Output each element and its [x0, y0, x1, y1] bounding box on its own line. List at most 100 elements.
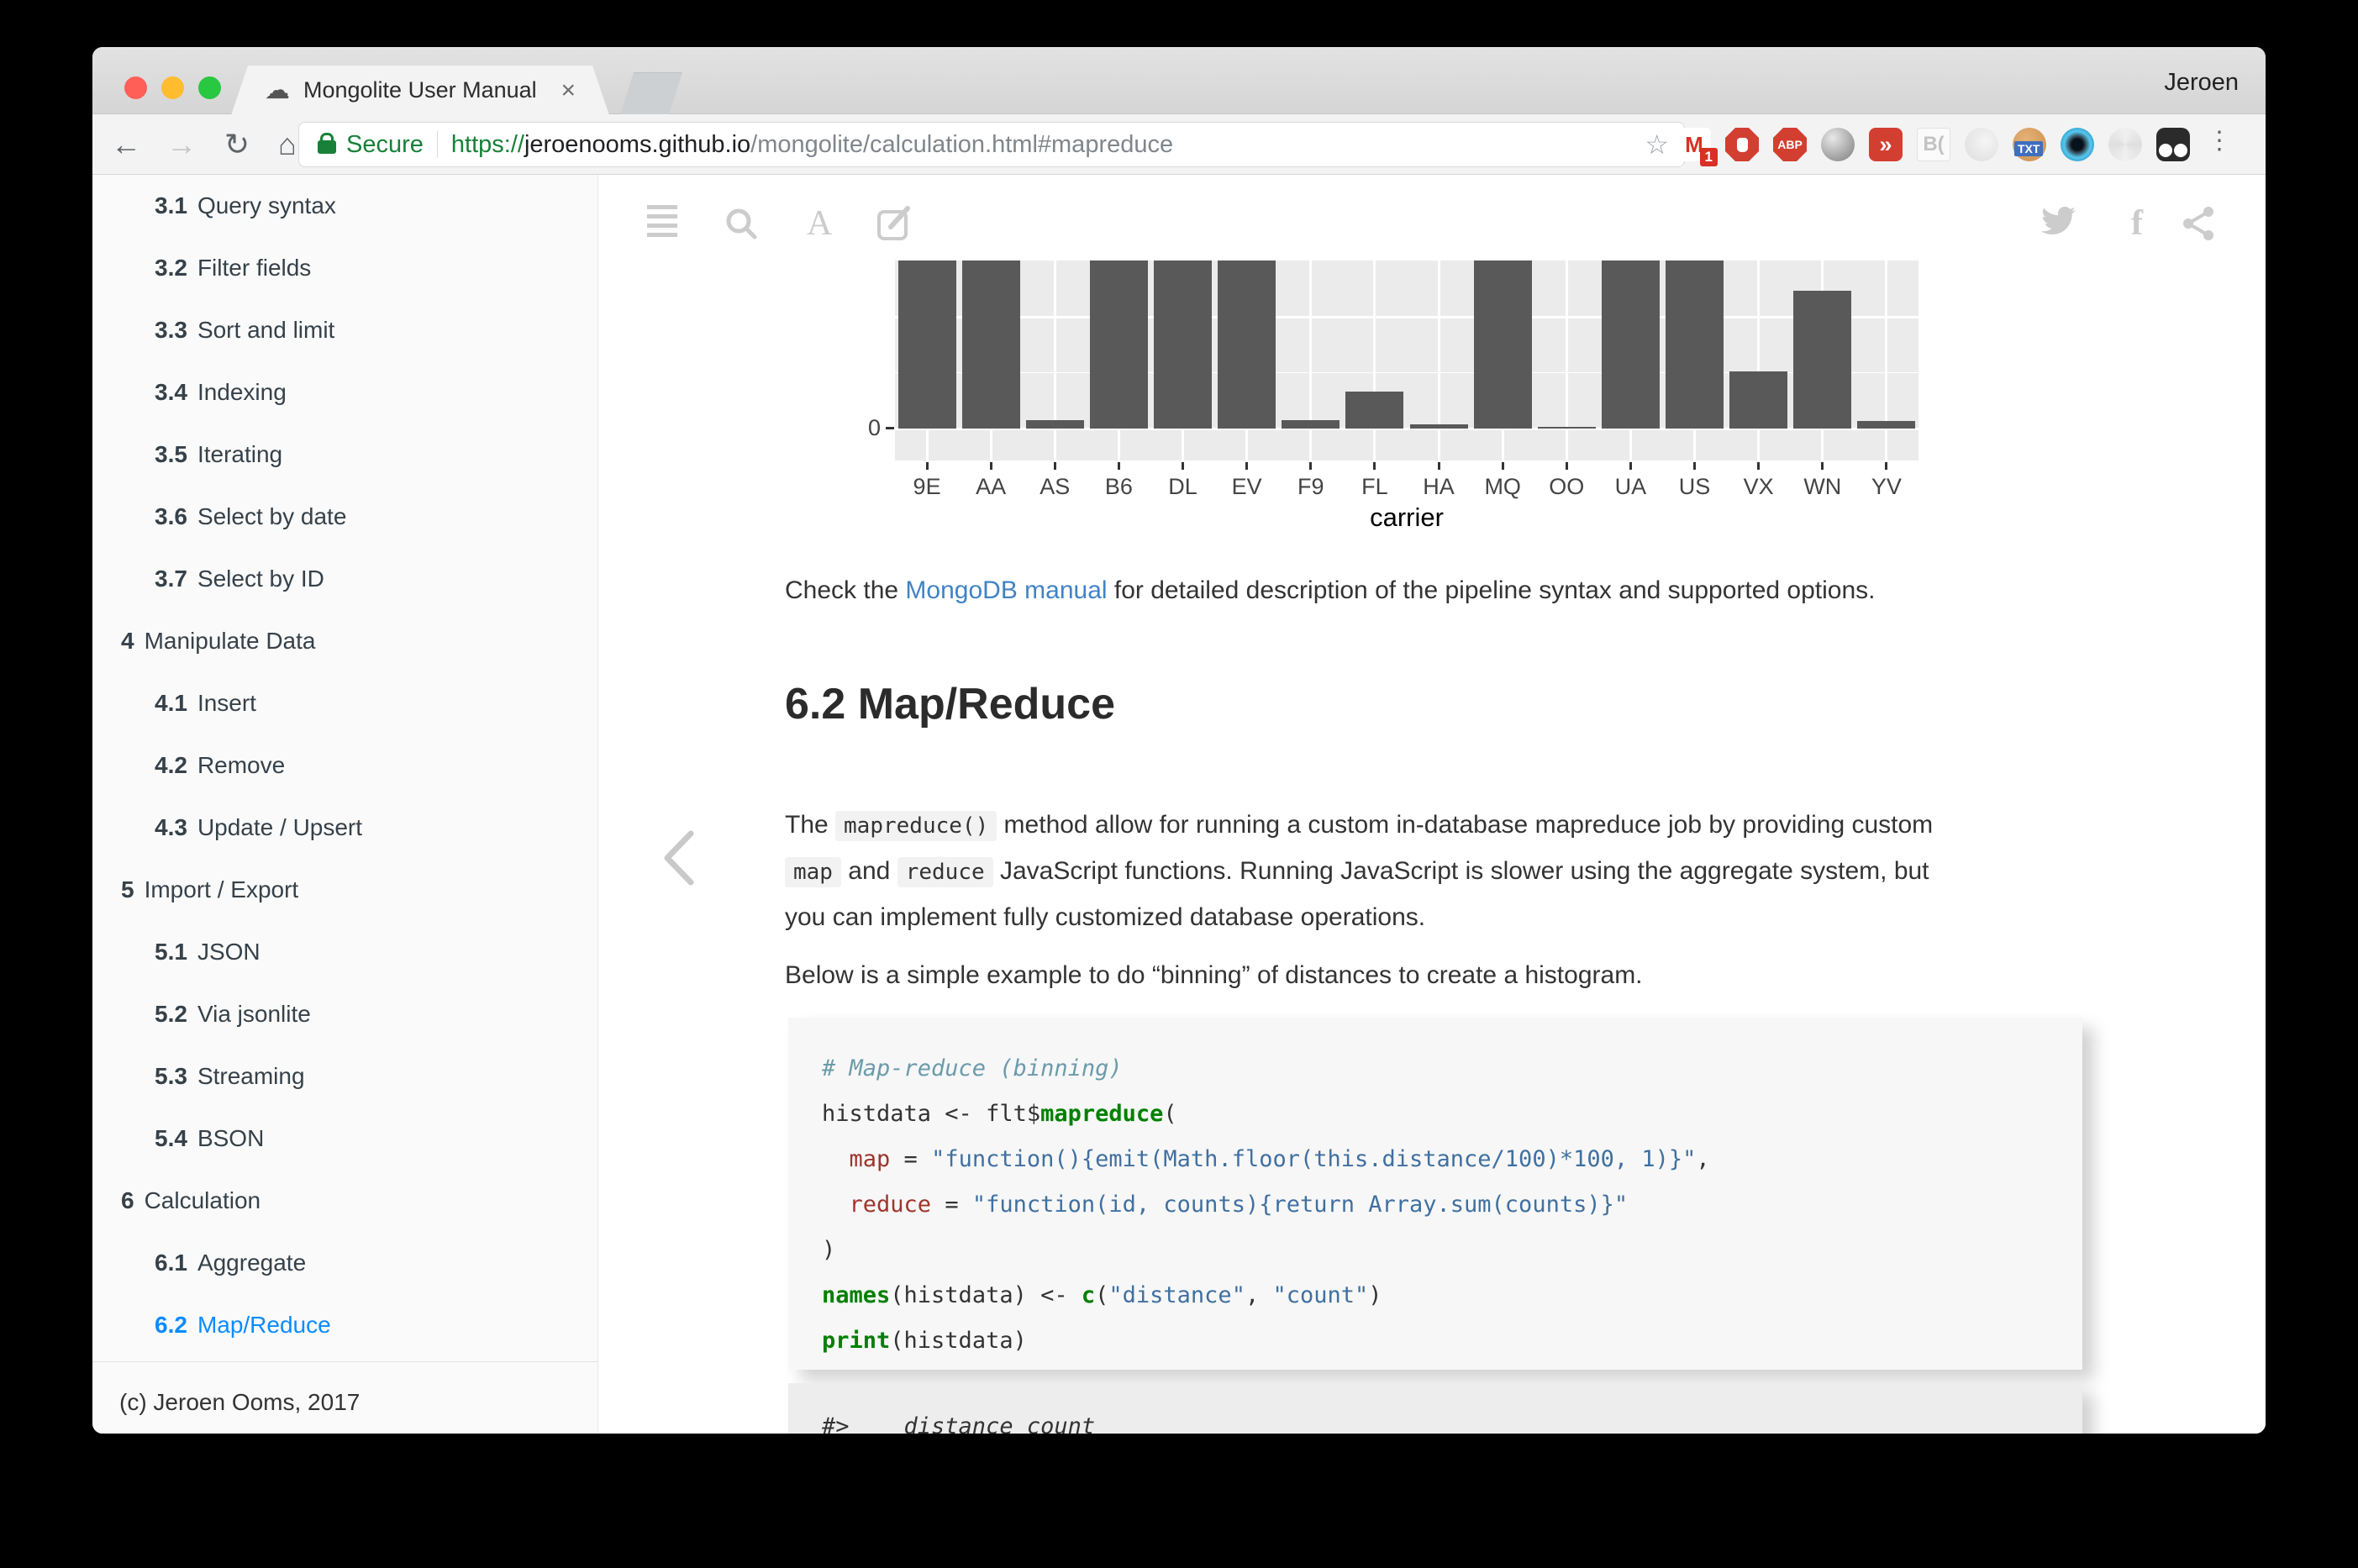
toc-label: Aggregate [197, 1250, 306, 1276]
forward-icon[interactable]: → [160, 114, 203, 175]
search-icon[interactable] [723, 205, 760, 242]
minimize-window-button[interactable] [161, 76, 184, 99]
menu-icon[interactable] [647, 205, 677, 242]
x-tick [1821, 462, 1824, 470]
bar-AS [1026, 420, 1084, 429]
sidebar-item-json[interactable]: 5.1JSON [92, 921, 597, 983]
code-token: c [1082, 1282, 1095, 1308]
previous-page-chevron-icon[interactable] [657, 829, 704, 892]
v-gridline [1438, 260, 1440, 460]
bar-YV [1857, 421, 1915, 429]
url-field[interactable]: Secure https:// jeroenooms.github.io /mo… [298, 122, 1685, 167]
tab-close-icon[interactable]: × [561, 76, 576, 105]
x-tick [926, 462, 929, 470]
profile-name[interactable]: Jeroen [2164, 69, 2239, 97]
code-token: ( [1095, 1282, 1108, 1308]
toc-number: 6.2 [155, 1312, 187, 1339]
browser-tab[interactable]: ☁ Mongolite User Manual × [231, 66, 609, 115]
code-line: print(histdata) [822, 1320, 2049, 1365]
sidebar-item-import-export[interactable]: 5Import / Export [92, 859, 597, 921]
inline-code: map [785, 857, 841, 887]
x-tick-label: AA [957, 474, 1024, 500]
edit-icon[interactable] [876, 205, 913, 242]
close-window-button[interactable] [124, 76, 147, 99]
browser-menu-icon[interactable]: ⋮ [2207, 126, 2232, 155]
sidebar-item-remove[interactable]: 4.2Remove [92, 734, 597, 797]
lock-icon[interactable] [318, 140, 336, 154]
facebook-icon[interactable]: f [2131, 205, 2143, 242]
refresh-icon[interactable]: ↻ [215, 114, 259, 175]
code-token: (histdata) [890, 1328, 1027, 1354]
y-axis-tick [886, 427, 894, 429]
back-icon[interactable]: ← [104, 114, 148, 175]
sidebar-item-via-jsonlite[interactable]: 5.2Via jsonlite [92, 983, 597, 1045]
sidebar-item-map-reduce[interactable]: 6.2Map/Reduce [92, 1294, 597, 1356]
font-icon[interactable]: A [807, 205, 832, 242]
bar-DL [1154, 260, 1212, 429]
code-token: ) [822, 1237, 835, 1263]
text-segment: The [785, 811, 835, 839]
text-segment: Check the [785, 576, 905, 604]
bi-icon[interactable]: B( [1917, 128, 1950, 161]
toc-label: Filter fields [197, 255, 311, 282]
sidebar-item-manipulate-data[interactable]: 4Manipulate Data [92, 610, 597, 672]
v-gridline [1885, 260, 1887, 460]
toc-number: 5 [121, 876, 134, 903]
fast-forward-icon[interactable]: » [1869, 128, 1903, 161]
cookie-txt-icon[interactable]: TXT [2013, 128, 2046, 161]
text-segment: you can implement fully customized datab… [785, 903, 1425, 931]
toc-label: Indexing [197, 379, 287, 406]
blob-icon[interactable] [1965, 128, 1998, 161]
sidebar-item-aggregate[interactable]: 6.1Aggregate [92, 1232, 597, 1294]
bar-WN [1793, 291, 1851, 429]
code-token: = [890, 1146, 931, 1172]
tab-title: Mongolite User Manual [303, 77, 550, 103]
glasses-icon[interactable] [2156, 128, 2190, 161]
browser-window: ☁ Mongolite User Manual × Jeroen ← → ↻ ⌂… [92, 47, 2266, 1434]
sidebar-item-iterating[interactable]: 3.5Iterating [92, 424, 597, 486]
sidebar-item-indexing[interactable]: 3.4Indexing [92, 361, 597, 424]
bar-OO [1538, 427, 1596, 429]
v-gridline [1054, 260, 1056, 460]
twitter-icon[interactable] [2040, 205, 2077, 242]
sidebar-item-streaming[interactable]: 5.3Streaming [92, 1045, 597, 1108]
bar-EV [1218, 260, 1276, 429]
inline-code: reduce [897, 857, 993, 887]
x-tick [1629, 462, 1632, 470]
bar-chart-panel [895, 260, 1919, 460]
sidebar-item-sort-and-limit[interactable]: 3.3Sort and limit [92, 299, 597, 361]
toc-label: Manipulate Data [145, 628, 316, 655]
sidebar-item-select-by-id[interactable]: 3.7Select by ID [92, 548, 597, 610]
code-token: = [931, 1192, 972, 1218]
share-icon[interactable] [2180, 205, 2217, 242]
secure-label: Secure [346, 131, 424, 159]
globe-icon[interactable] [1821, 128, 1855, 161]
sidebar-item-filter-fields[interactable]: 3.2Filter fields [92, 237, 597, 299]
stop-hand-icon[interactable] [1725, 128, 1759, 161]
sidebar-item-query-syntax[interactable]: 3.1Query syntax [92, 175, 597, 237]
sidebar-item-calculation[interactable]: 6Calculation [92, 1170, 597, 1232]
zoom-window-button[interactable] [198, 76, 221, 99]
sidebar-item-insert[interactable]: 4.1Insert [92, 672, 597, 734]
x-tick-label: DL [1150, 474, 1217, 500]
x-tick-label: 9E [893, 474, 961, 500]
eye-icon[interactable] [2061, 128, 2094, 161]
link[interactable]: MongoDB manual [905, 576, 1107, 604]
adblock-plus-icon[interactable]: ABP [1773, 128, 1807, 161]
pinwheel-icon[interactable] [2108, 128, 2142, 161]
toc-label: Sort and limit [197, 317, 334, 344]
sidebar-item-update-upsert[interactable]: 4.3Update / Upsert [92, 797, 597, 859]
code-block[interactable]: # Map-reduce (binning)histdata <- flt$ma… [788, 1018, 2082, 1370]
gmail-icon[interactable]: M1 [1677, 128, 1711, 161]
bookmark-star-icon[interactable]: ☆ [1645, 129, 1669, 160]
sidebar-item-select-by-date[interactable]: 3.6Select by date [92, 486, 597, 548]
toc-number: 3.7 [155, 566, 187, 592]
x-tick [1182, 462, 1184, 470]
code-output-block: #> distance count [788, 1383, 2082, 1434]
code-line: ) [822, 1229, 2049, 1275]
new-tab-button[interactable] [620, 72, 682, 115]
x-tick [1566, 462, 1568, 470]
sidebar-item-bson[interactable]: 5.4BSON [92, 1108, 597, 1170]
sidebar-footer: (c) Jeroen Ooms, 2017 [92, 1361, 597, 1416]
code-token: "function(){emit(Math.floor(this.distanc… [931, 1146, 1696, 1172]
